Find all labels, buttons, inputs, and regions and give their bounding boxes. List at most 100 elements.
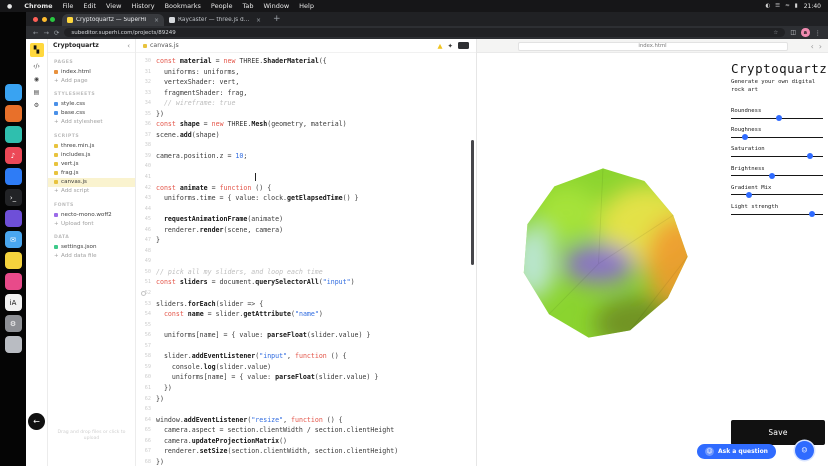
slider-track[interactable] bbox=[731, 214, 823, 215]
slider-track[interactable] bbox=[731, 194, 823, 195]
open-file-tab[interactable]: canvas.js bbox=[143, 42, 179, 49]
code-line[interactable]: 31 uniforms: uniforms, bbox=[136, 67, 476, 78]
code-line[interactable]: 39camera.position.z = 10; bbox=[136, 151, 476, 162]
menu-history[interactable]: History bbox=[126, 2, 159, 10]
code-line[interactable]: 66 camera.updateProjectionMatrix() bbox=[136, 436, 476, 447]
slider-thumb[interactable] bbox=[746, 192, 752, 198]
code-line[interactable]: 47} bbox=[136, 235, 476, 246]
browser-menu-icon[interactable]: ⋮ bbox=[815, 29, 822, 37]
slider-thumb[interactable] bbox=[742, 134, 748, 140]
slider-track[interactable] bbox=[731, 137, 823, 138]
reload-icon[interactable]: ⟳ bbox=[54, 29, 59, 37]
forward-icon[interactable]: → bbox=[43, 29, 48, 37]
add-file-button[interactable]: +Add data file bbox=[48, 252, 135, 261]
file-item[interactable]: settings.json bbox=[48, 242, 135, 251]
code-line[interactable]: 58 slider.addEventListener("input", func… bbox=[136, 351, 476, 362]
menu-file[interactable]: File bbox=[58, 2, 79, 10]
file-item[interactable]: style.css bbox=[48, 99, 135, 108]
dock-purple-app-icon[interactable] bbox=[5, 210, 22, 227]
settings-icon[interactable]: ⚙ bbox=[34, 102, 39, 109]
menu-tab[interactable]: Tab bbox=[238, 2, 259, 10]
code-line[interactable]: 53sliders.forEach(slider => { bbox=[136, 299, 476, 310]
code-line[interactable]: 33 fragmentShader: frag, bbox=[136, 88, 476, 99]
code-line[interactable]: 68}) bbox=[136, 457, 476, 466]
slider-track[interactable] bbox=[731, 118, 823, 119]
code-body[interactable]: 30const material = new THREE.ShaderMater… bbox=[136, 53, 476, 466]
back-icon[interactable]: ← bbox=[33, 29, 38, 37]
preview-address[interactable]: index.html bbox=[518, 42, 788, 51]
code-line[interactable]: 67 renderer.setSize(section.clientWidth,… bbox=[136, 446, 476, 457]
back-fab-button[interactable]: ← bbox=[28, 413, 45, 430]
code-line[interactable]: 56 uniforms[name] = { value: parseFloat(… bbox=[136, 330, 476, 341]
code-line[interactable]: 61 }) bbox=[136, 383, 476, 394]
code-line[interactable]: 40 bbox=[136, 161, 476, 172]
profile-avatar[interactable]: a bbox=[801, 28, 810, 37]
code-line[interactable]: 34 // wireframe: true bbox=[136, 98, 476, 109]
dock-music-icon[interactable]: ♪ bbox=[5, 147, 22, 164]
close-window-button[interactable] bbox=[33, 17, 38, 22]
file-item[interactable]: index.html bbox=[48, 67, 135, 76]
code-icon[interactable]: ‹/› bbox=[33, 63, 40, 70]
warning-icon[interactable]: ▲ bbox=[438, 42, 443, 50]
dock-app-store-icon[interactable] bbox=[5, 168, 22, 185]
file-item[interactable]: necto-mono.woff2 bbox=[48, 210, 135, 219]
tab-close-icon[interactable]: × bbox=[256, 17, 261, 24]
add-file-button[interactable]: +Add stylesheet bbox=[48, 118, 135, 127]
menu-window[interactable]: Window bbox=[259, 2, 295, 10]
code-line[interactable]: 35}) bbox=[136, 109, 476, 120]
upload-dropzone[interactable]: Drag and drop files or click to upload bbox=[53, 430, 130, 442]
add-file-button[interactable]: +Add page bbox=[48, 76, 135, 85]
new-tab-button[interactable]: + bbox=[266, 14, 288, 24]
dock-mail-icon[interactable]: ✉ bbox=[5, 231, 22, 248]
display-toggle-icon[interactable] bbox=[458, 42, 469, 50]
menu-people[interactable]: People bbox=[206, 2, 238, 10]
bookmark-star-icon[interactable]: ☆ bbox=[773, 30, 778, 36]
menu-help[interactable]: Help bbox=[294, 2, 319, 10]
file-item[interactable]: vert.js bbox=[48, 159, 135, 168]
menu-bookmarks[interactable]: Bookmarks bbox=[160, 2, 206, 10]
code-line[interactable]: 62}) bbox=[136, 394, 476, 405]
code-line[interactable]: 54 const name = slider.getAttribute("nam… bbox=[136, 309, 476, 320]
dock-pink-app-icon[interactable] bbox=[5, 273, 22, 290]
zoom-window-button[interactable] bbox=[50, 17, 55, 22]
slider-thumb[interactable] bbox=[776, 115, 782, 121]
collapse-panel-icon[interactable]: ‹ bbox=[127, 42, 130, 50]
dock-settings-icon[interactable]: ⚙ bbox=[5, 315, 22, 332]
code-line[interactable]: 36const shape = new THREE.Mesh(geometry,… bbox=[136, 119, 476, 130]
code-line[interactable]: 46 renderer.render(scene, camera) bbox=[136, 225, 476, 236]
gutter-marker-icon[interactable] bbox=[141, 291, 146, 296]
code-line[interactable]: 43 uniforms.time = { value: clock.getEla… bbox=[136, 193, 476, 204]
file-item[interactable]: includes.js bbox=[48, 150, 135, 159]
slider-thumb[interactable] bbox=[769, 173, 775, 179]
code-line[interactable]: 37scene.add(shape) bbox=[136, 130, 476, 141]
tab-close-icon[interactable]: × bbox=[154, 17, 159, 24]
layers-icon[interactable]: ▤ bbox=[34, 89, 40, 96]
add-file-button[interactable]: +Add script bbox=[48, 187, 135, 196]
code-line[interactable]: 65 camera.aspect = section.clientWidth /… bbox=[136, 425, 476, 436]
chat-widget[interactable]: ☺ Ask a question bbox=[697, 444, 776, 459]
code-line[interactable]: 45 requestAnimationFrame(animate) bbox=[136, 214, 476, 225]
code-line[interactable]: 49 bbox=[136, 256, 476, 267]
dock-terminal-icon[interactable]: ›_ bbox=[5, 189, 22, 206]
menu-view[interactable]: View bbox=[101, 2, 126, 10]
code-line[interactable]: 41 bbox=[136, 172, 476, 183]
dock-ia-writer-icon[interactable]: iA bbox=[5, 294, 22, 311]
code-line[interactable]: 30const material = new THREE.ShaderMater… bbox=[136, 56, 476, 67]
eye-icon[interactable]: ◉ bbox=[34, 76, 39, 83]
dock-trash-icon[interactable] bbox=[5, 336, 22, 353]
minimize-window-button[interactable] bbox=[42, 17, 47, 22]
file-item[interactable]: canvas.js bbox=[48, 178, 135, 187]
apple-menu-icon[interactable]: ● bbox=[0, 3, 19, 10]
code-line[interactable]: 32 vertexShader: vert, bbox=[136, 77, 476, 88]
menu-edit[interactable]: Edit bbox=[78, 2, 101, 10]
preview-back-icon[interactable]: ‹ bbox=[811, 42, 814, 51]
code-line[interactable]: 60 uniforms[name] = { value: parseFloat(… bbox=[136, 372, 476, 383]
menu-chrome[interactable]: Chrome bbox=[19, 2, 57, 10]
slider-track[interactable] bbox=[731, 156, 823, 157]
save-button[interactable]: Save bbox=[731, 420, 825, 445]
address-bar[interactable]: subeditor.superhi.com/projects/89249 ☆ bbox=[64, 28, 785, 38]
slider-track[interactable] bbox=[731, 175, 823, 176]
slider-thumb[interactable] bbox=[807, 153, 813, 159]
code-line[interactable]: 44 bbox=[136, 204, 476, 215]
dock-photos-icon[interactable] bbox=[5, 252, 22, 269]
